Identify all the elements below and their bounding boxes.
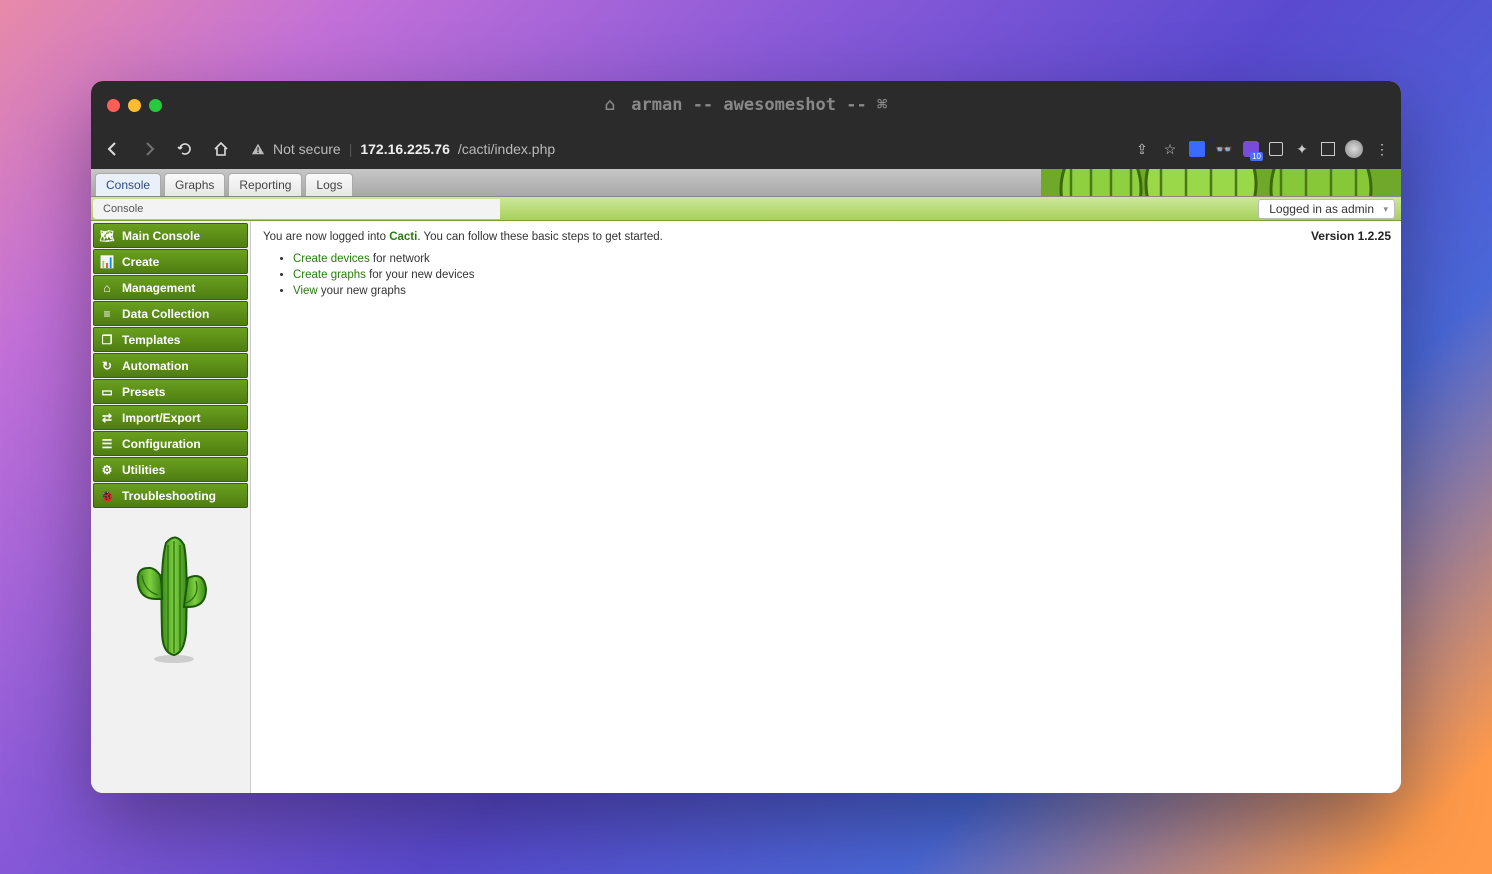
titlebar: ⌂ arman -- awesomeshot -- ⌘ xyxy=(91,81,1401,129)
cogs-icon: ⚙ xyxy=(100,463,114,477)
sidebar-item-troubleshooting[interactable]: 🐞 Troubleshooting xyxy=(93,483,248,508)
step-item: Create devices for network xyxy=(293,253,1389,265)
panel-icon[interactable] xyxy=(1321,142,1335,156)
intro-text: You are now logged into Cacti. You can f… xyxy=(263,231,1389,243)
browser-toolbar: Not secure | 172.16.225.76/cacti/index.p… xyxy=(91,129,1401,169)
version-label: Version 1.2.25 xyxy=(1311,229,1391,243)
login-status[interactable]: Logged in as admin xyxy=(1258,199,1395,219)
sidebar-item-utilities[interactable]: ⚙ Utilities xyxy=(93,457,248,482)
step-rest: for your new devices xyxy=(366,269,475,281)
getting-started-steps: Create devices for network Create graphs… xyxy=(293,253,1389,297)
step-link-view[interactable]: View xyxy=(293,285,318,297)
app-tabs: Console Graphs Reporting Logs xyxy=(91,169,1401,197)
sidebar-item-label: Create xyxy=(122,255,159,269)
url-path: /cacti/index.php xyxy=(458,141,555,157)
ext-blue-icon[interactable] xyxy=(1189,141,1205,157)
tab-console[interactable]: Console xyxy=(95,173,161,196)
intro-brand: Cacti xyxy=(389,231,417,243)
sidebar-item-label: Management xyxy=(122,281,195,295)
intro-post: . You can follow these basic steps to ge… xyxy=(417,231,663,243)
tab-graphs[interactable]: Graphs xyxy=(164,173,225,196)
sidebar-item-label: Presets xyxy=(122,385,165,399)
url-divider: | xyxy=(349,141,353,157)
sidebar-item-label: Import/Export xyxy=(122,411,201,425)
title-sep2: -- xyxy=(846,95,866,115)
sliders-icon: ☰ xyxy=(100,437,114,451)
map-icon: 🗺 xyxy=(100,229,114,243)
step-rest: your new graphs xyxy=(318,285,406,297)
step-item: View your new graphs xyxy=(293,285,1389,297)
extension-icons: ⇪ ☆ 👓 ✦ ⋮ xyxy=(1133,140,1391,158)
shield-icon[interactable] xyxy=(1269,142,1283,156)
forward-button[interactable] xyxy=(137,137,161,161)
sidebar-item-automation[interactable]: ↻ Automation xyxy=(93,353,248,378)
refresh-icon: ↻ xyxy=(100,359,114,373)
kebab-menu-icon[interactable]: ⋮ xyxy=(1373,140,1391,158)
tab-logs[interactable]: Logs xyxy=(305,173,353,196)
breadcrumb-trail xyxy=(160,199,500,219)
sidebar-item-label: Automation xyxy=(122,359,189,373)
sidebar-item-label: Templates xyxy=(122,333,180,347)
ext-purple-badge-icon[interactable] xyxy=(1243,141,1259,157)
sidebar-item-configuration[interactable]: ☰ Configuration xyxy=(93,431,248,456)
sidebar-item-import-export[interactable]: ⇄ Import/Export xyxy=(93,405,248,430)
sidebar: 🗺 Main Console 📊 Create ⌂ Management ≡ Data … xyxy=(91,221,251,793)
header-artwork xyxy=(1041,169,1401,197)
title-sep: -- xyxy=(693,95,713,115)
url-host: 172.16.225.76 xyxy=(360,141,450,157)
sidebar-item-label: Main Console xyxy=(122,229,200,243)
title-prefix: arman xyxy=(631,95,682,115)
sidebar-item-main-console[interactable]: 🗺 Main Console xyxy=(93,223,248,248)
archive-icon: ▭ xyxy=(100,385,114,399)
avatar-icon[interactable] xyxy=(1345,140,1363,158)
sidebar-item-templates[interactable]: ❐ Templates xyxy=(93,327,248,352)
bookmark-star-icon[interactable]: ☆ xyxy=(1161,140,1179,158)
chart-icon: 📊 xyxy=(100,255,114,269)
content-area: 🗺 Main Console 📊 Create ⌂ Management ≡ Data … xyxy=(91,221,1401,793)
tab-reporting[interactable]: Reporting xyxy=(228,173,302,196)
title-suffix: ⌘ xyxy=(877,95,887,115)
sidebar-item-create[interactable]: 📊 Create xyxy=(93,249,248,274)
intro-pre: You are now logged into xyxy=(263,231,389,243)
share-icon[interactable]: ⇪ xyxy=(1133,140,1151,158)
title-app: awesomeshot xyxy=(723,95,836,115)
window-title: ⌂ arman -- awesomeshot -- ⌘ xyxy=(91,95,1401,115)
database-icon: ≡ xyxy=(100,307,114,321)
step-rest: for network xyxy=(370,253,430,265)
main-panel: Version 1.2.25 You are now logged into C… xyxy=(251,221,1401,793)
step-link-create-devices[interactable]: Create devices xyxy=(293,253,370,265)
cactus-logo xyxy=(93,509,248,791)
not-secure-label: Not secure xyxy=(273,141,341,157)
breadcrumb-bar: Console Logged in as admin xyxy=(91,197,1401,221)
sidebar-item-management[interactable]: ⌂ Management xyxy=(93,275,248,300)
warning-icon xyxy=(251,142,265,156)
step-item: Create graphs for your new devices xyxy=(293,269,1389,281)
sidebar-item-label: Utilities xyxy=(122,463,165,477)
glasses-icon[interactable]: 👓 xyxy=(1215,140,1233,158)
exchange-icon: ⇄ xyxy=(100,411,114,425)
sidebar-item-label: Data Collection xyxy=(122,307,209,321)
sidebar-item-label: Troubleshooting xyxy=(122,489,216,503)
home-icon: ⌂ xyxy=(605,95,615,115)
sidebar-item-label: Configuration xyxy=(122,437,201,451)
home-button[interactable] xyxy=(209,137,233,161)
url-bar[interactable]: Not secure | 172.16.225.76/cacti/index.p… xyxy=(251,141,555,157)
bug-icon: 🐞 xyxy=(100,489,114,503)
reload-button[interactable] xyxy=(173,137,197,161)
copy-icon: ❐ xyxy=(100,333,114,347)
back-button[interactable] xyxy=(101,137,125,161)
step-link-create-graphs[interactable]: Create graphs xyxy=(293,269,366,281)
sidebar-item-presets[interactable]: ▭ Presets xyxy=(93,379,248,404)
sidebar-item-data-collection[interactable]: ≡ Data Collection xyxy=(93,301,248,326)
puzzle-icon[interactable]: ✦ xyxy=(1293,140,1311,158)
home-icon: ⌂ xyxy=(100,281,114,295)
app-window: ⌂ arman -- awesomeshot -- ⌘ Not secure | xyxy=(91,81,1401,793)
breadcrumb-console[interactable]: Console xyxy=(93,199,161,219)
